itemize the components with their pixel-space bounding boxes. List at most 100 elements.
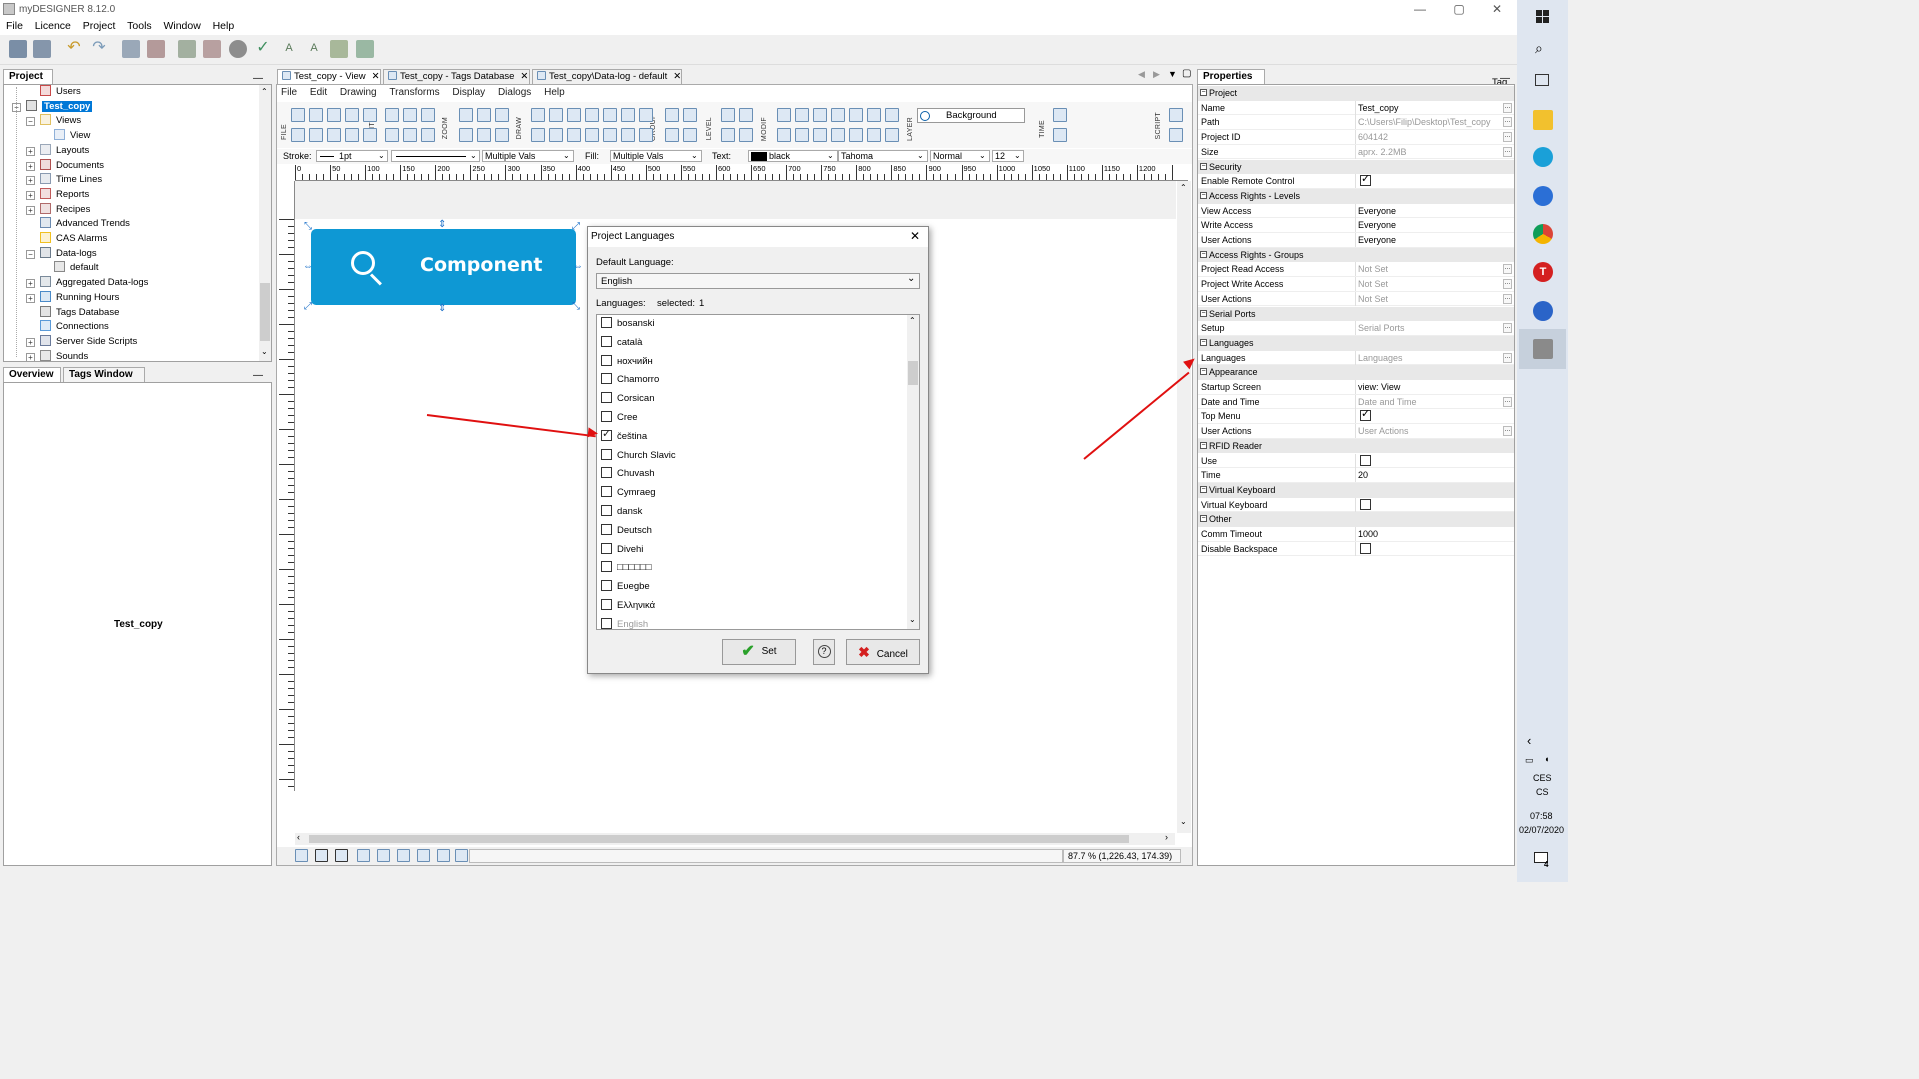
- drawing-tool-icon[interactable]: [549, 108, 563, 122]
- collapse-icon[interactable]: −: [1200, 485, 1207, 493]
- close-button[interactable]: ✕: [1482, 1, 1512, 17]
- property-group[interactable]: − Access Rights - Groups: [1198, 247, 1514, 263]
- language-item[interactable]: Eʋegbe: [601, 578, 650, 597]
- tree-item[interactable]: Test_copy: [26, 99, 93, 115]
- drawing-tool-icon[interactable]: [567, 128, 581, 142]
- property-row[interactable]: Write Access Everyone: [1198, 218, 1514, 233]
- resize-handle-se[interactable]: ⤡: [572, 301, 580, 312]
- folder-add-icon[interactable]: [356, 40, 374, 58]
- drawing-tool-icon[interactable]: [403, 108, 417, 122]
- property-row[interactable]: Name Test_copy…: [1198, 100, 1514, 116]
- drawing-tool-icon[interactable]: [721, 128, 735, 142]
- volume-icon[interactable]: ◖: [1544, 754, 1549, 764]
- property-value[interactable]: view: View: [1358, 380, 1504, 394]
- drawing-tool-icon[interactable]: [665, 128, 679, 142]
- property-value[interactable]: Everyone: [1358, 218, 1504, 232]
- language-item[interactable]: English: [601, 616, 648, 629]
- language-checkbox[interactable]: [601, 505, 612, 516]
- language-checkbox[interactable]: [601, 542, 612, 554]
- drawing-tool-icon[interactable]: [327, 108, 341, 122]
- property-row[interactable]: Enable Remote Control: [1198, 173, 1514, 189]
- scroll-down-icon[interactable]: ⌄: [909, 615, 916, 624]
- property-value[interactable]: 604142: [1358, 130, 1504, 144]
- language-item[interactable]: Corsican: [601, 390, 655, 409]
- font-size-select[interactable]: 12 ⌄: [992, 150, 1024, 162]
- property-group[interactable]: − Serial Ports: [1198, 306, 1514, 322]
- collapse-icon[interactable]: −: [1200, 368, 1207, 376]
- property-checkbox[interactable]: [1360, 408, 1371, 422]
- drawing-tool-icon[interactable]: [1053, 128, 1067, 142]
- component-widget[interactable]: Component: [311, 229, 576, 305]
- drawing-tool-icon[interactable]: [813, 128, 827, 142]
- scroll-up-icon[interactable]: ⌃: [1180, 183, 1187, 192]
- language-item[interactable]: Deutsch: [601, 522, 652, 541]
- drawing-tool-icon[interactable]: [421, 108, 435, 122]
- app-red-icon[interactable]: T: [1533, 262, 1553, 282]
- menu-window[interactable]: Window: [163, 19, 200, 34]
- property-group[interactable]: − Other: [1198, 512, 1514, 527]
- language-checkbox[interactable]: [601, 373, 612, 385]
- drawing-tool-icon[interactable]: [459, 108, 473, 122]
- drawing-tool-icon[interactable]: [477, 108, 491, 122]
- tab-tags-window[interactable]: Tags Window: [63, 367, 145, 382]
- property-row[interactable]: Languages Languages…: [1198, 350, 1514, 366]
- save-icon[interactable]: [9, 40, 27, 58]
- language-item[interactable]: Ελληνικά: [601, 597, 655, 616]
- input-language[interactable]: CES: [1533, 773, 1552, 783]
- font-weight-select[interactable]: Normal ⌄: [930, 150, 990, 162]
- editor-menu-file[interactable]: File: [281, 86, 297, 100]
- language-checkbox[interactable]: [601, 467, 612, 479]
- tree-item[interactable]: Time Lines: [40, 173, 102, 188]
- drawing-tool-icon[interactable]: [621, 128, 635, 142]
- drawing-tool-icon[interactable]: [309, 128, 323, 142]
- property-value[interactable]: Serial Ports: [1358, 321, 1504, 335]
- canvas-vertical-scrollbar[interactable]: ⌃ ⌄: [1177, 181, 1191, 833]
- language-item[interactable]: Chuvash: [601, 465, 655, 484]
- property-row[interactable]: User Actions Everyone: [1198, 233, 1514, 248]
- drawing-tool-icon[interactable]: [867, 108, 881, 122]
- menu-project[interactable]: Project: [83, 19, 116, 34]
- property-value[interactable]: Date and Time: [1358, 395, 1504, 409]
- property-checkbox[interactable]: [1360, 454, 1371, 466]
- property-row[interactable]: Comm Timeout 1000: [1198, 527, 1514, 542]
- property-row[interactable]: Size aprx. 2.2MB…: [1198, 144, 1514, 160]
- property-row[interactable]: Path C:\Users\Filip\Desktop\Test_copy…: [1198, 115, 1514, 131]
- language-item[interactable]: Chamorro: [601, 371, 659, 390]
- menu-tools[interactable]: Tools: [127, 19, 152, 34]
- drawing-tool-icon[interactable]: [739, 128, 753, 142]
- tree-item[interactable]: Tags Database: [40, 305, 119, 321]
- drawing-tool-icon[interactable]: [459, 128, 473, 142]
- tree-item[interactable]: Documents: [40, 158, 104, 174]
- property-ellipsis-button[interactable]: …: [1503, 264, 1512, 275]
- property-value[interactable]: Languages: [1358, 351, 1504, 365]
- search-icon[interactable]: ⌕: [1535, 40, 1543, 57]
- property-ellipsis-button[interactable]: …: [1503, 352, 1512, 363]
- canvas-horizontal-scrollbar[interactable]: ‹ ›: [295, 832, 1175, 845]
- drawing-tool-icon[interactable]: [363, 108, 377, 122]
- drawing-tool-icon[interactable]: [1053, 108, 1067, 122]
- tab-close-icon[interactable]: ✕: [372, 71, 380, 82]
- input-locale[interactable]: CS: [1536, 787, 1549, 797]
- resize-handle-s[interactable]: ⇕: [438, 303, 446, 314]
- resize-handle-ne[interactable]: ⤢: [572, 221, 580, 232]
- h-scroll-thumb[interactable]: [309, 835, 1129, 843]
- scroll-thumb[interactable]: [260, 283, 270, 341]
- drawing-tool-icon[interactable]: [327, 128, 341, 142]
- help-button[interactable]: ?: [813, 639, 835, 665]
- project-tree-scrollbar[interactable]: ⌃ ⌄: [259, 85, 271, 361]
- scroll-thumb[interactable]: [908, 361, 918, 385]
- translate-all-icon[interactable]: A: [305, 40, 323, 58]
- property-ellipsis-button[interactable]: …: [1503, 102, 1512, 113]
- export-icon[interactable]: [147, 40, 165, 58]
- tree-expander-icon[interactable]: +: [26, 279, 35, 289]
- tree-item[interactable]: Sounds: [40, 349, 88, 361]
- property-value[interactable]: 20: [1358, 468, 1504, 482]
- language-checkbox[interactable]: [601, 428, 612, 441]
- fill-select[interactable]: Multiple Vals ⌄: [610, 150, 702, 162]
- property-value[interactable]: 1000: [1358, 527, 1504, 541]
- drawing-tool-icon[interactable]: [639, 128, 653, 142]
- property-group[interactable]: − RFID Reader: [1198, 438, 1514, 454]
- editor-menu-dialogs[interactable]: Dialogs: [498, 86, 531, 100]
- collapse-icon[interactable]: −: [1200, 250, 1207, 258]
- view-mode-icon[interactable]: [417, 849, 430, 862]
